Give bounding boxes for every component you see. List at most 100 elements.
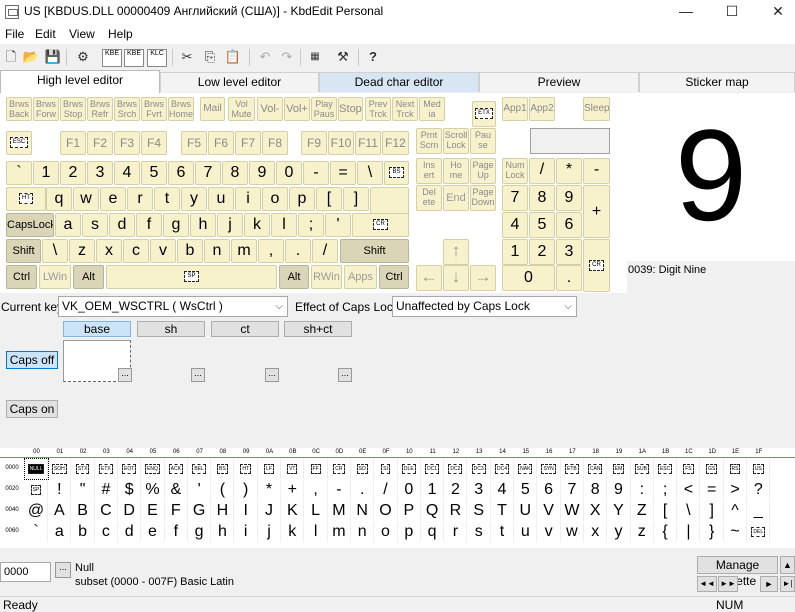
export-kbe-icon[interactable]: KBE [124,49,144,67]
key-home[interactable]: Ho me [443,158,469,184]
grid-cell[interactable]: ETB [561,459,584,479]
key-page-down[interactable]: Page Down [470,185,496,211]
key-w[interactable]: w [73,187,99,211]
key-media-select[interactable]: Med ia [419,97,445,121]
grid-cell[interactable]: 7 [561,480,584,500]
grid-cell[interactable]: 2 [444,480,468,500]
key-h[interactable]: h [190,213,216,237]
key-period[interactable]: . [285,239,311,263]
grid-cell[interactable]: a [48,522,72,542]
grid-cell[interactable]: ] [701,501,724,521]
key-num-1[interactable]: 1 [502,239,528,265]
grid-cell[interactable]: r [444,522,468,542]
grid-cell[interactable]: BS [211,459,235,479]
grid-cell[interactable]: ) [235,480,258,500]
key-left-ctrl[interactable]: Ctrl [6,265,37,289]
grid-cell[interactable]: SOH [48,459,72,479]
key-browser-search[interactable]: Brws Srch [114,97,140,121]
caps-off-button[interactable]: Caps off [6,351,58,369]
key-backspace[interactable]: BS [384,161,409,185]
caps-effect-select[interactable]: Unaffected by Caps Lock ⌵ [392,296,577,317]
tab-low-level-editor[interactable]: Low level editor [160,72,319,92]
grid-cell[interactable]: u [514,522,538,542]
key-a[interactable]: a [55,213,81,237]
grid-cell[interactable]: SI [375,459,398,479]
grid-cell[interactable]: ACK [165,459,188,479]
grid-cell[interactable]: l [305,522,328,542]
base-more-button[interactable]: ... [118,368,132,382]
grid-cell[interactable]: SUB [631,459,654,479]
grid-cell[interactable]: STX [72,459,95,479]
key-enter-lower[interactable]: CR [352,213,409,237]
grid-cell[interactable]: I [235,501,258,521]
key-f[interactable]: f [136,213,162,237]
key-arrow-down[interactable]: ↓ [443,265,469,291]
grid-cell[interactable]: 9 [608,480,631,500]
grid-cell[interactable]: CR [328,459,351,479]
compile-icon[interactable]: ▦ [306,48,324,66]
grid-cell[interactable]: s [468,522,491,542]
key-f7[interactable]: F7 [235,131,261,155]
save-icon[interactable]: 💾 [44,48,62,66]
key-x[interactable]: x [96,239,122,263]
grid-cell[interactable]: 4 [491,480,514,500]
key-backslash-top[interactable]: \ [357,161,383,185]
key-s[interactable]: s [82,213,108,237]
grid-cell[interactable]: R [444,501,468,521]
key-play-pause[interactable]: Play Paus [311,97,337,121]
grid-cell[interactable]: A [48,501,72,521]
grid-cell[interactable]: y [608,522,631,542]
key-f9[interactable]: F9 [301,131,327,155]
grid-cell[interactable]: q [421,522,445,542]
key-mail[interactable]: Mail [200,97,225,121]
last-page-button[interactable]: ►| [780,576,795,592]
grid-cell[interactable]: - [328,480,351,500]
key-num-enter[interactable]: CR [583,239,610,292]
key-o[interactable]: o [262,187,288,211]
key-f11[interactable]: F11 [355,131,381,155]
key-escape[interactable]: ESC [6,131,32,155]
grid-cell[interactable]: BEL [188,459,212,479]
menu-file[interactable]: File [5,27,24,41]
key-i[interactable]: i [235,187,261,211]
grid-cell[interactable]: V [538,501,561,521]
key-end[interactable]: End [443,185,469,211]
menu-help[interactable]: Help [108,27,133,41]
key-comma[interactable]: , [258,239,284,263]
key-next-track[interactable]: Next Trck [392,97,418,121]
grid-cell[interactable]: 0 [398,480,421,500]
grid-cell[interactable]: * [258,480,281,500]
help-icon[interactable]: ? [364,48,382,66]
key-f2[interactable]: F2 [87,131,113,155]
grid-cell[interactable]: EM [608,459,631,479]
grid-cell[interactable]: t [491,522,514,542]
key-r[interactable]: r [127,187,153,211]
key-f4[interactable]: F4 [141,131,167,155]
key-insert[interactable]: Ins ert [416,158,442,184]
grid-cell[interactable]: \ [677,501,701,521]
key-right-alt[interactable]: Alt [279,265,309,289]
menu-view[interactable]: View [69,27,95,41]
grid-cell[interactable]: 8 [584,480,608,500]
grid-cell[interactable]: HT [235,459,258,479]
grid-cell[interactable]: T [491,501,514,521]
key-num-divide[interactable]: / [529,158,555,184]
key-app1[interactable]: App1 [502,97,528,121]
grid-cell[interactable]: DC3 [468,459,491,479]
grid-cell[interactable]: ESC [654,459,678,479]
key-q[interactable]: q [46,187,72,211]
grid-cell[interactable]: ~ [724,522,747,542]
minimize-button[interactable]: — [663,0,709,24]
key-n[interactable]: n [204,239,230,263]
key-num-8[interactable]: 8 [529,185,555,211]
key-num-6[interactable]: 6 [556,212,582,238]
grid-cell[interactable]: K [281,501,305,521]
grid-cell[interactable]: SO [351,459,375,479]
grid-cell[interactable]: GS [701,459,724,479]
grid-cell[interactable]: B [72,501,95,521]
undo-icon[interactable]: ↶ [256,48,274,66]
key-8[interactable]: 8 [222,161,248,185]
key-num-3[interactable]: 3 [556,239,582,265]
import-kbe-icon[interactable]: KBE [102,49,122,67]
grid-cell[interactable]: k [281,522,305,542]
